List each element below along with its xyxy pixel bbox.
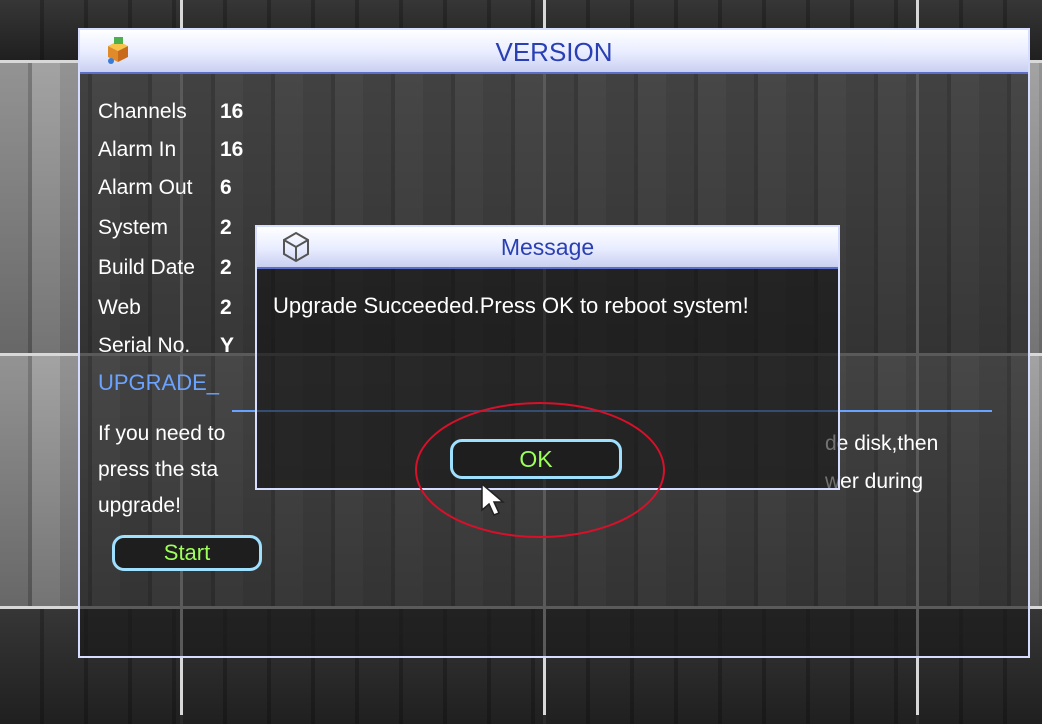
info-value: 2	[220, 216, 232, 239]
highlight-ellipse	[415, 402, 665, 538]
info-value: 6	[220, 176, 232, 199]
info-row-channels: Channels 16	[98, 100, 243, 124]
info-label: Web	[98, 296, 141, 319]
instruction-line: de disk,then	[825, 432, 939, 455]
info-value: Y	[220, 334, 235, 357]
info-label: Build Date	[98, 256, 195, 279]
info-row-alarm-in: Alarm In 16	[98, 138, 243, 162]
info-value: 16	[220, 138, 244, 161]
version-titlebar: VERSION	[80, 30, 1028, 74]
info-row-alarm-out: Alarm Out 6	[98, 176, 232, 200]
message-title: Message	[500, 234, 595, 260]
info-label: Alarm In	[98, 138, 177, 161]
info-label: System	[98, 216, 169, 239]
info-row-system: System 2	[98, 216, 232, 240]
upgrade-heading: UPGRADE_	[98, 370, 220, 395]
info-value: 2	[220, 296, 232, 319]
info-label: Channels	[98, 100, 187, 123]
version-title: VERSION	[495, 37, 613, 67]
message-text: Upgrade Succeeded.Press OK to reboot sys…	[273, 293, 749, 318]
start-button[interactable]: Start	[112, 535, 262, 571]
info-row-build-date: Build Date 2	[98, 256, 232, 280]
info-value: 16	[220, 100, 244, 123]
message-titlebar: Message	[257, 227, 838, 269]
info-label: Alarm Out	[98, 176, 193, 199]
info-value: 2	[220, 256, 232, 279]
mouse-cursor-icon	[481, 482, 506, 516]
instruction-line: If you need to	[98, 422, 226, 445]
instruction-line: upgrade!	[98, 494, 181, 517]
info-row-web: Web 2	[98, 296, 232, 320]
info-row-serial-no: Serial No. Y	[98, 334, 234, 358]
info-label: Serial No.	[98, 334, 191, 357]
instruction-line: press the sta	[98, 458, 219, 481]
